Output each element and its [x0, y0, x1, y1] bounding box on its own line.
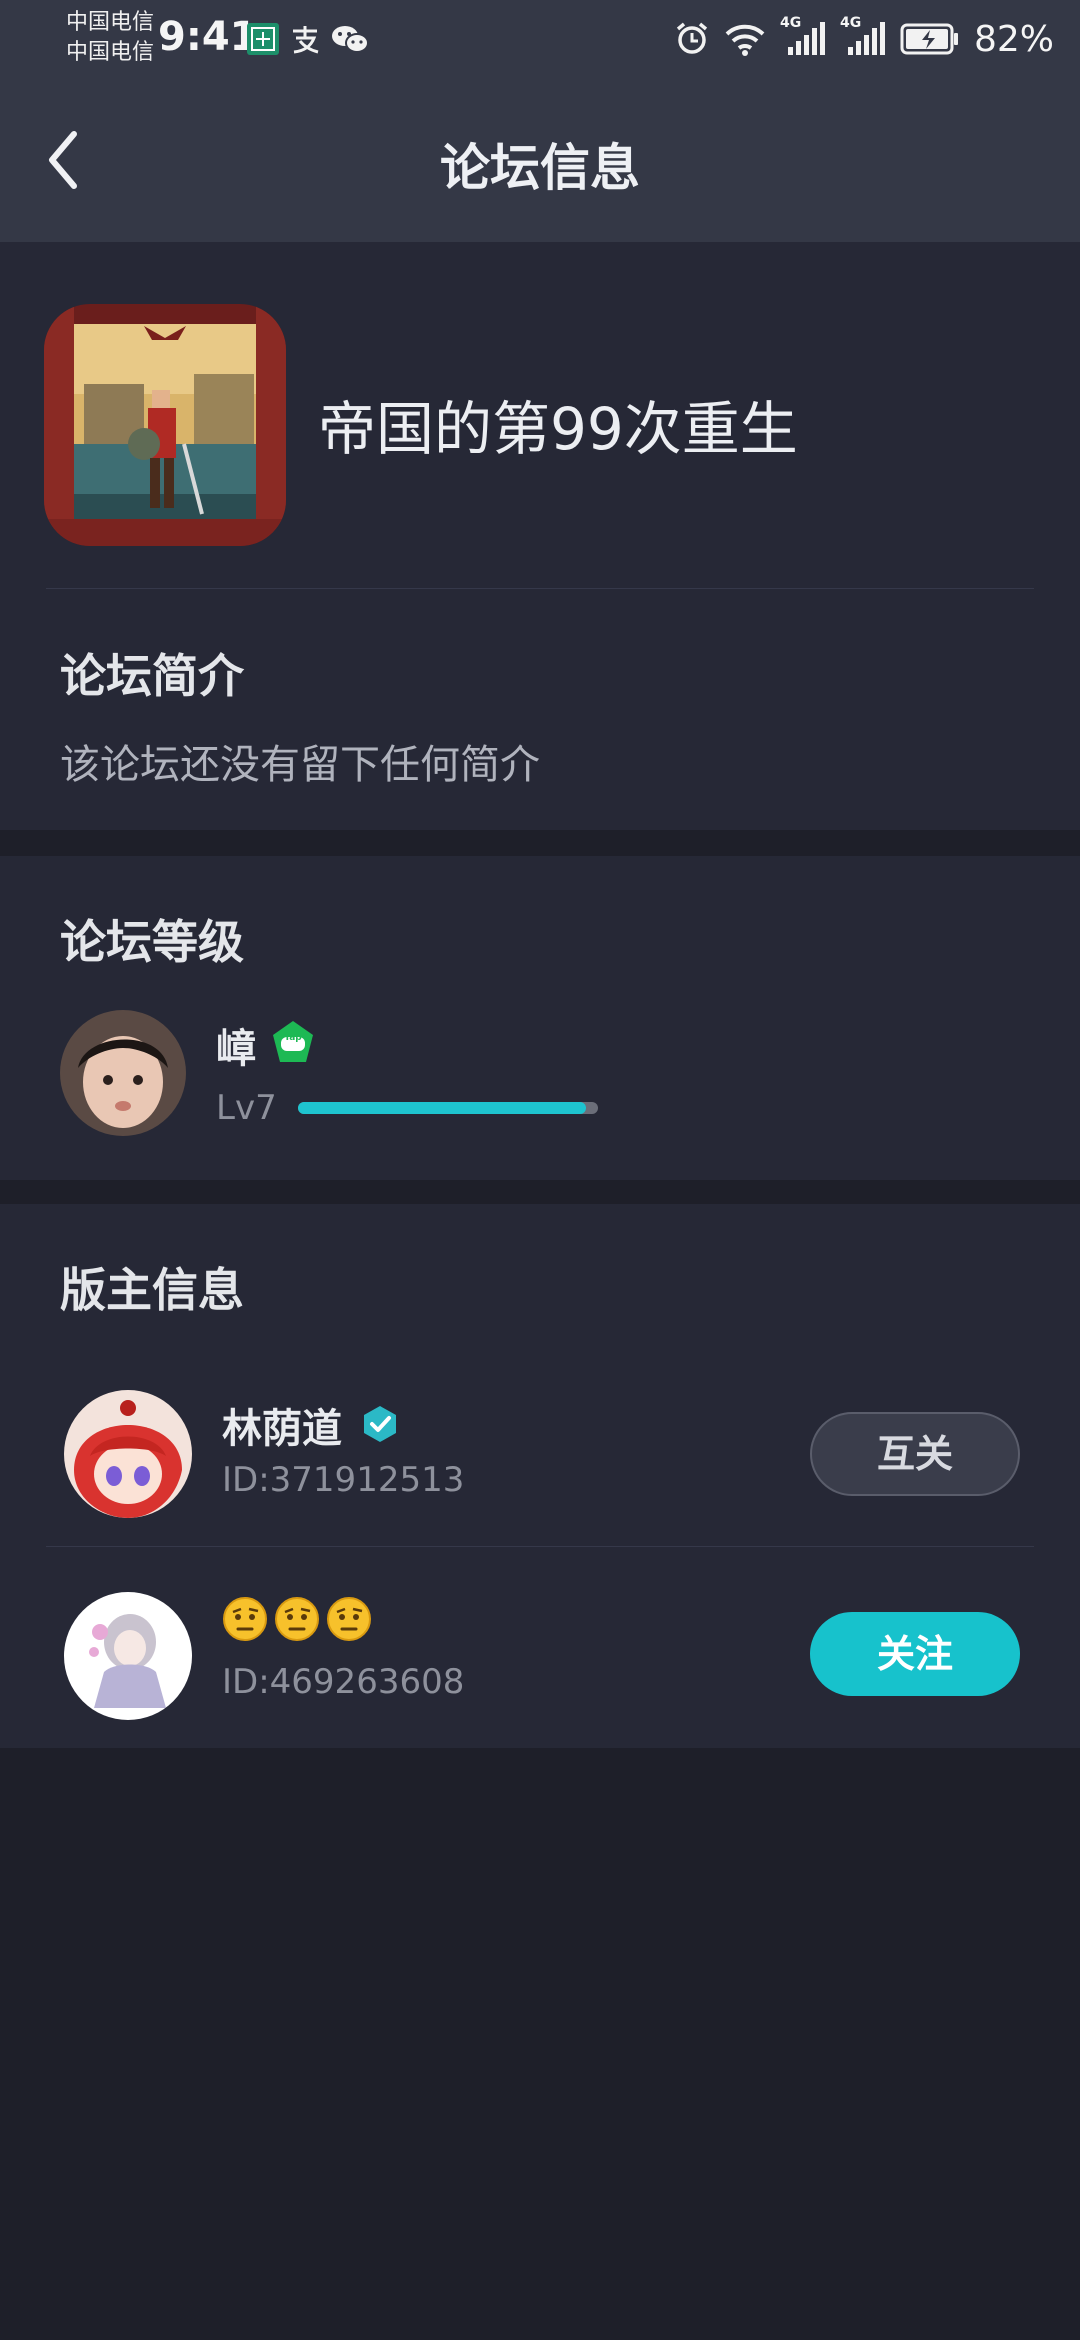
alarm-icon: [676, 22, 708, 54]
intro-text: 该论坛还没有留下任何简介: [60, 742, 540, 788]
level-progress-bar: [298, 1102, 598, 1114]
moderator-card: 版主信息 林荫道 ID:371912513 互关 ID:469263608 关注: [0, 1204, 1080, 1748]
carrier-1: 中国电信: [66, 10, 155, 35]
moderator-section-title: 版主信息: [60, 1263, 244, 1317]
mutual-follow-button[interactable]: 互关: [810, 1412, 1020, 1496]
alipay-icon: [293, 26, 319, 54]
moderator-avatar[interactable]: [64, 1390, 192, 1518]
moderator-id: ID:469263608: [222, 1662, 465, 1702]
tap-badge-label: Tap: [284, 1033, 302, 1043]
battery-percent: 82%: [973, 18, 1054, 60]
cellular-signal-1-icon: 4G: [780, 15, 826, 59]
raised-eyebrow-emoji-icon: [327, 1597, 371, 1641]
status-bar: 中国电信 中国电信 9:41 4G 4G 82%: [0, 0, 1080, 80]
divider: [46, 1546, 1034, 1547]
verified-badge-icon: [364, 1406, 396, 1442]
clock: 9:41: [158, 14, 258, 60]
top-bar: 中国电信 中国电信 9:41 4G 4G 82% 论坛信息: [0, 0, 1080, 242]
forum-level-card: 论坛等级 嶂 Tap Lv7: [0, 856, 1080, 1180]
wechat-icon: [332, 26, 369, 53]
level-section-title: 论坛等级: [60, 915, 244, 969]
user-name: 嶂: [216, 1026, 256, 1072]
forum-name: 帝国的第99次重生: [318, 395, 798, 463]
raised-eyebrow-emoji-icon: [275, 1597, 319, 1641]
forum-info-card: 帝国的第99次重生 论坛简介 该论坛还没有留下任何简介: [0, 242, 1080, 830]
divider: [46, 588, 1034, 589]
forum-icon: [44, 304, 286, 546]
moderator-id: ID:371912513: [222, 1460, 465, 1500]
carrier-2: 中国电信: [66, 40, 155, 65]
navigation-bar: 论坛信息: [0, 80, 1080, 242]
page-title: 论坛信息: [440, 139, 640, 197]
moderator-avatar[interactable]: [64, 1592, 192, 1720]
moderator-name-text: 🤨🤨🤨: [222, 1594, 223, 1595]
cellular-signal-2-icon: 4G: [840, 15, 886, 59]
moderator-name: 林荫道: [222, 1406, 342, 1452]
bank-app-icon: [247, 23, 279, 55]
battery-icon: [900, 23, 958, 55]
intro-section-title: 论坛简介: [60, 649, 244, 703]
wifi-icon: [725, 24, 765, 56]
level-label: Lv7: [216, 1088, 277, 1128]
follow-button[interactable]: 关注: [810, 1612, 1020, 1696]
carrier-labels: 中国电信 中国电信: [66, 8, 154, 68]
user-avatar[interactable]: [60, 1010, 186, 1136]
tap-badge-icon: Tap: [270, 1019, 316, 1065]
raised-eyebrow-emoji-icon: [223, 1597, 267, 1641]
status-icons: 4G 4G 82%: [674, 14, 1054, 64]
level-progress-fill: [298, 1102, 586, 1114]
moderator-name: 🤨🤨🤨: [222, 1594, 378, 1642]
